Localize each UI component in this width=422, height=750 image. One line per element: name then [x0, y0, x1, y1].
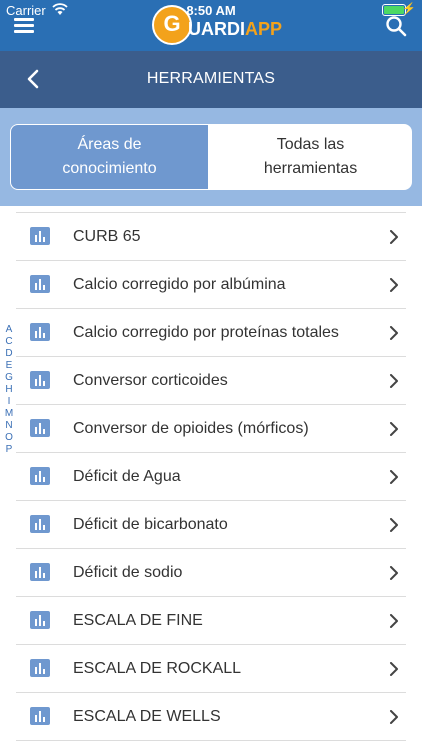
tab-areas-line1: Áreas de [77, 136, 142, 153]
tab-areas-conocimiento[interactable]: Áreas de conocimiento [11, 125, 208, 189]
alphabet-index[interactable]: ACDEGHIMNOP [2, 324, 16, 456]
logo-wordmark: UARDIAPP [188, 19, 283, 39]
list-item-label: Calcio corregido por proteínas totales [73, 324, 339, 341]
list-item-label: Conversor corticoides [73, 372, 228, 389]
chevron-right-icon [390, 374, 398, 388]
row-divider [16, 740, 406, 741]
index-letter[interactable]: E [2, 360, 16, 372]
list-item-label: ESCALA DE WELLS [73, 708, 221, 725]
bar-chart-icon [30, 275, 50, 293]
list-item-label: Déficit de Agua [73, 468, 181, 485]
list-item[interactable]: Conversor corticoides [16, 357, 406, 405]
chevron-right-icon [390, 710, 398, 724]
list-item[interactable]: CURB 65 [16, 213, 406, 261]
bar-chart-icon [30, 563, 50, 581]
chevron-right-icon [390, 614, 398, 628]
index-letter[interactable]: I [2, 396, 16, 408]
segment-container: Áreas de conocimiento Todas las herramie… [0, 108, 422, 206]
list-item[interactable]: Déficit de bicarbonato [16, 501, 406, 549]
list-item[interactable]: Déficit de sodio [16, 549, 406, 597]
index-letter[interactable]: M [2, 408, 16, 420]
list-item-label: ESCALA DE ROCKALL [73, 660, 242, 677]
bar-chart-icon [30, 371, 50, 389]
list-item[interactable]: Conversor de opioides (mórficos) [16, 405, 406, 453]
search-icon[interactable] [384, 14, 408, 38]
list-item[interactable]: Déficit de Agua [16, 453, 406, 501]
chevron-right-icon [390, 566, 398, 580]
bar-chart-icon [30, 323, 50, 341]
index-letter[interactable]: G [2, 372, 16, 384]
index-letter[interactable]: H [2, 384, 16, 396]
chevron-right-icon [390, 422, 398, 436]
list-item[interactable]: ESCALA DE FINE [16, 597, 406, 645]
chevron-right-icon [390, 470, 398, 484]
bar-chart-icon [30, 659, 50, 677]
list-item-label: Déficit de sodio [73, 564, 183, 581]
segmented-control: Áreas de conocimiento Todas las herramie… [10, 124, 412, 190]
page-title: HERRAMIENTAS [146, 70, 276, 87]
list-item-label: Déficit de bicarbonato [73, 516, 228, 533]
index-letter[interactable]: P [2, 444, 16, 456]
menu-button[interactable] [12, 14, 38, 36]
tab-areas-line2: conocimiento [62, 160, 157, 177]
index-letter[interactable]: C [2, 336, 16, 348]
bar-chart-icon [30, 611, 50, 629]
list-item[interactable]: Calcio corregido por albúmina [16, 261, 406, 309]
tab-todas-line1: Todas las [276, 136, 345, 153]
list-item-label: CURB 65 [73, 228, 141, 245]
chevron-right-icon [390, 230, 398, 244]
bar-chart-icon [30, 707, 50, 725]
bar-chart-icon [30, 227, 50, 245]
logo-letter: G [163, 11, 181, 36]
list-item-label: Conversor de opioides (mórficos) [73, 420, 309, 437]
chevron-right-icon [390, 662, 398, 676]
chevron-right-icon [390, 326, 398, 340]
chevron-right-icon [390, 278, 398, 292]
index-letter[interactable]: N [2, 420, 16, 432]
list-item-label: Calcio corregido por albúmina [73, 276, 286, 293]
list-item-label: ESCALA DE FINE [73, 612, 203, 629]
nav-bar: HERRAMIENTAS [0, 51, 422, 108]
bar-chart-icon [30, 515, 50, 533]
list-item[interactable]: ESCALA DE WELLS [16, 693, 406, 741]
app-bar: Carrier 8:50 AM ⚡ G UARDIAPP [0, 0, 422, 51]
bar-chart-icon [30, 419, 50, 437]
list-item[interactable]: Calcio corregido por proteínas totales [16, 309, 406, 357]
app-logo: G UARDIAPP [152, 5, 282, 47]
tools-list: CURB 65 Calcio corregido por albúmina Calc… [0, 206, 422, 750]
tab-todas-herramientas[interactable]: Todas las herramientas [208, 125, 411, 189]
index-letter[interactable]: O [2, 432, 16, 444]
bar-chart-icon [30, 467, 50, 485]
index-letter[interactable]: D [2, 348, 16, 360]
tab-todas-line2: herramientas [263, 160, 358, 177]
index-letter[interactable]: A [2, 324, 16, 336]
list-item[interactable]: ESCALA DE ROCKALL [16, 645, 406, 693]
chevron-right-icon [390, 518, 398, 532]
